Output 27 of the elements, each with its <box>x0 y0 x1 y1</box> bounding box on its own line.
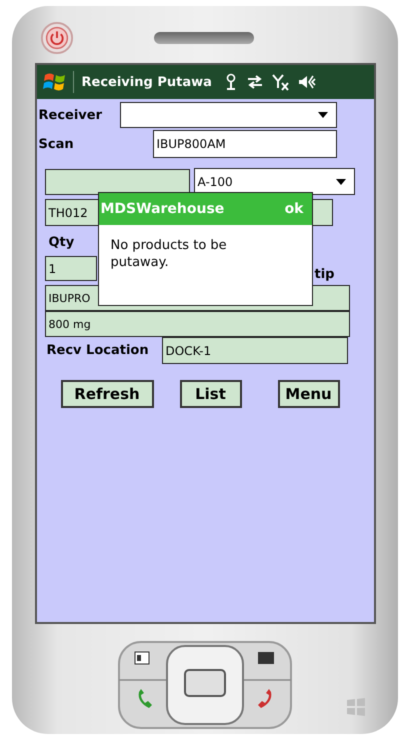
antenna-icon <box>224 73 238 91</box>
description-field: 800 mg <box>44 311 350 337</box>
scan-field[interactable]: IBUP800AM <box>152 130 336 158</box>
hardware-keys-drawing[interactable] <box>115 640 295 730</box>
caret-icon <box>318 112 328 118</box>
recv-location-label: Recv Location <box>46 343 150 358</box>
no-signal-icon <box>272 73 290 91</box>
description-label: tip <box>314 267 334 282</box>
action-button[interactable]: List <box>180 380 242 408</box>
location-dropdown[interactable]: A-100 <box>194 168 354 195</box>
dialog-message: No products to be putaway. <box>110 237 228 271</box>
windows-flag-icon <box>346 698 366 716</box>
power-icon[interactable] <box>40 20 74 54</box>
dialog-title: MDSWarehouse <box>100 201 224 217</box>
receiver-dropdown[interactable] <box>120 102 336 128</box>
recv-location-field[interactable]: DOCK-1 <box>162 337 348 364</box>
qty-label: Qty <box>48 234 74 250</box>
caret-icon <box>336 178 346 184</box>
receiver-label: Receiver <box>38 108 104 122</box>
action-button[interactable]: Refresh <box>60 380 154 408</box>
qty-field[interactable]: 1 <box>44 256 96 281</box>
speaker-icon <box>298 74 316 90</box>
scan-label: Scan <box>38 136 75 152</box>
window-title: Receiving Putawa <box>82 74 212 90</box>
sync-arrows-icon <box>246 74 264 90</box>
windows-flag-icon[interactable] <box>42 71 66 93</box>
action-button[interactable]: Menu <box>278 380 340 408</box>
